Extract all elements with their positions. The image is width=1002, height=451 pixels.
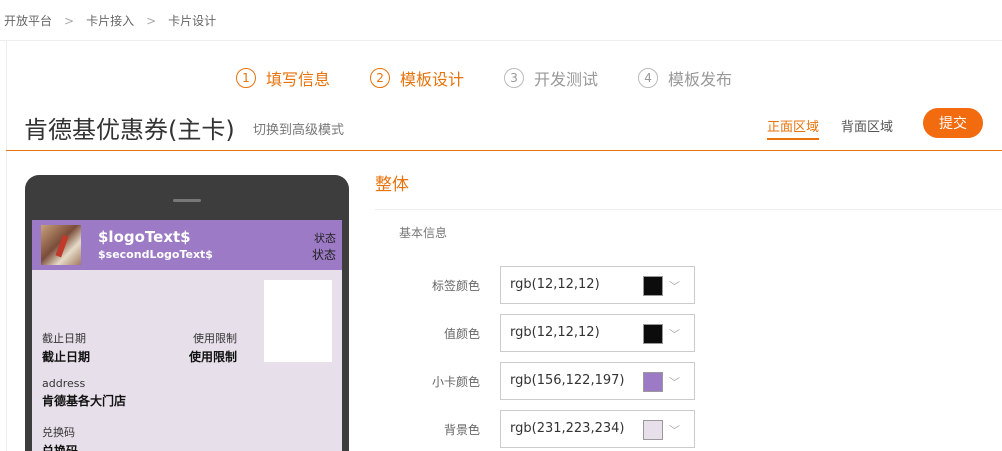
section-title: 整体: [375, 175, 409, 195]
submit-button[interactable]: 提交: [923, 108, 983, 138]
address-value: 肯德基各大门店: [42, 394, 127, 408]
address-field: address 肯德基各大门店: [42, 377, 126, 409]
color-swatch: [643, 372, 663, 392]
divider: [0, 40, 1002, 41]
step-number: 1: [236, 68, 256, 88]
limit-label: 使用限制: [193, 332, 237, 345]
barcode-placeholder: [264, 280, 332, 362]
divider: [6, 150, 1002, 151]
card-color-label: 小卡颜色: [431, 375, 480, 389]
chevron-right-icon: >: [146, 13, 157, 28]
chevron-right-icon: >: [64, 13, 75, 28]
step-number: 4: [638, 68, 659, 88]
step-fill-info: 1 填写信息: [236, 66, 330, 90]
logo-text: $logoText$: [98, 228, 191, 246]
address-label: address: [42, 377, 86, 390]
card-preview: $logoText$ $secondLogoText$ 状态 状态 截止日期 截…: [32, 220, 342, 451]
step-label: 填写信息: [266, 70, 331, 89]
label-color-picker[interactable]: rgb(12,12,12) ﹀: [500, 266, 695, 304]
step-dev-test: 3 开发测试: [504, 66, 598, 90]
color-value: rgb(231,223,234): [510, 421, 625, 436]
code-label: 兑换码: [42, 426, 75, 439]
code-value: 兑换码: [42, 444, 79, 451]
color-swatch: [643, 276, 663, 296]
chevron-down-icon[interactable]: ﹀: [669, 278, 680, 294]
divider: [375, 209, 1002, 210]
basic-info-heading: 基本信息: [399, 226, 448, 240]
switch-advanced-mode-link[interactable]: 切换到高级模式: [253, 119, 344, 138]
card-color-picker[interactable]: rgb(156,122,197) ﹀: [500, 362, 695, 400]
step-label: 模板发布: [668, 70, 733, 89]
step-label: 模板设计: [400, 70, 465, 89]
card-logo-image: [41, 225, 81, 265]
card-header: $logoText$ $secondLogoText$ 状态 状态: [32, 220, 342, 270]
limit-value: 使用限制: [188, 350, 237, 364]
status-label: 状态: [314, 232, 336, 245]
chevron-down-icon[interactable]: ﹀: [669, 326, 680, 342]
step-template-design: 2 模板设计: [370, 66, 464, 90]
region-tabs: 正面区域 背面区域: [767, 116, 915, 140]
value-color-picker[interactable]: rgb(12,12,12) ﹀: [500, 314, 695, 352]
chevron-down-icon[interactable]: ﹀: [669, 422, 680, 438]
breadcrumb-item-open-platform[interactable]: 开放平台: [4, 12, 52, 29]
chevron-down-icon[interactable]: ﹀: [669, 374, 680, 390]
phone-speaker: [173, 199, 201, 202]
background-color-label: 背景色: [443, 423, 480, 437]
limit-field: 使用限制 使用限制: [181, 330, 237, 365]
code-field: 兑换码 兑换码: [42, 424, 78, 451]
page-title: 肯德基优惠券(主卡): [24, 116, 235, 144]
phone-preview: $logoText$ $secondLogoText$ 状态 状态 截止日期 截…: [25, 175, 349, 451]
expiry-field: 截止日期 截止日期: [42, 330, 90, 365]
background-color-picker[interactable]: rgb(231,223,234) ﹀: [500, 410, 695, 448]
step-label: 开发测试: [534, 70, 599, 89]
breadcrumb-item-card-design: 卡片设计: [168, 14, 217, 28]
color-value: rgb(12,12,12): [510, 325, 600, 340]
expiry-value: 截止日期: [42, 350, 91, 364]
value-color-label: 值颜色: [443, 327, 480, 341]
card-color-row: 小卡颜色 rgb(156,122,197) ﹀: [400, 362, 700, 400]
label-color-row: 标签颜色 rgb(12,12,12) ﹀: [400, 266, 700, 304]
step-number: 3: [504, 68, 525, 88]
step-progress: 1 填写信息 2 模板设计 3 开发测试 4 模板发布: [236, 66, 772, 90]
status-value: 状态: [311, 248, 336, 262]
color-value: rgb(12,12,12): [510, 277, 600, 292]
breadcrumb: 开放平台 > 卡片接入 > 卡片设计: [4, 12, 216, 29]
step-template-publish: 4 模板发布: [638, 66, 732, 90]
divider: [6, 40, 7, 451]
step-number: 2: [370, 68, 391, 88]
label-color-label: 标签颜色: [431, 279, 480, 293]
expiry-label: 截止日期: [42, 332, 86, 345]
tab-front-region[interactable]: 正面区域: [767, 116, 820, 140]
color-swatch: [643, 324, 663, 344]
background-color-row: 背景色 rgb(231,223,234) ﹀: [400, 410, 700, 448]
value-color-row: 值颜色 rgb(12,12,12) ﹀: [400, 314, 700, 352]
color-value: rgb(156,122,197): [510, 373, 625, 388]
breadcrumb-item-card-access[interactable]: 卡片接入: [86, 12, 134, 29]
color-swatch: [643, 420, 663, 440]
second-logo-text: $secondLogoText$: [98, 248, 213, 261]
tab-back-region[interactable]: 背面区域: [841, 116, 893, 140]
